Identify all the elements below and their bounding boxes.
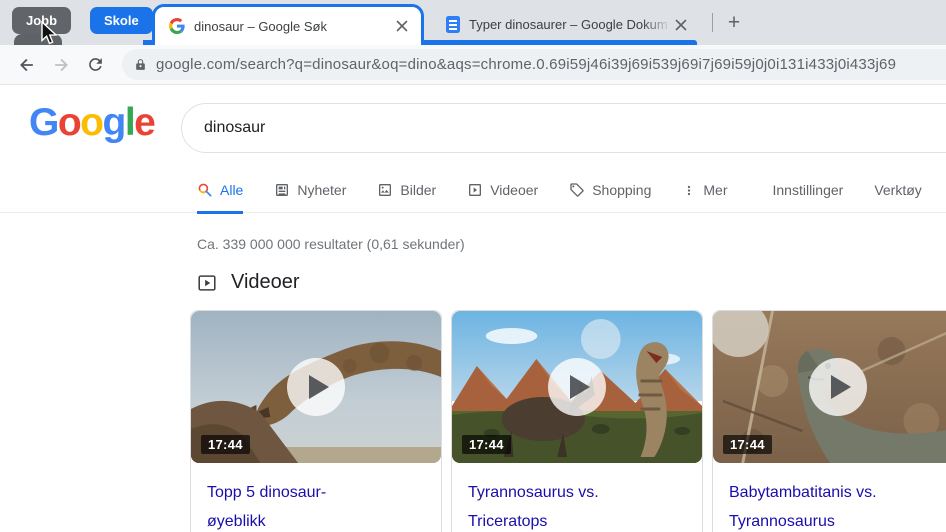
jobb-group-tab-stub[interactable] (14, 34, 62, 45)
news-icon (276, 184, 289, 196)
tab-mer[interactable]: Mer (682, 182, 728, 214)
tab-label: Innstillinger (772, 182, 844, 198)
logo-letter: G (29, 101, 59, 144)
address-bar[interactable]: google.com/search?q=dinosaur&oq=dino&aqs… (122, 49, 946, 80)
play-button-icon[interactable] (287, 358, 345, 416)
logo-letter: e (134, 101, 156, 144)
tab-title: Typer dinosaurer – Google Dokum (469, 17, 668, 32)
tab-label: Shopping (592, 182, 652, 198)
video-card[interactable]: 17:44 Topp 5 dinosaur-øyeblikk (190, 310, 442, 532)
tab-group-jobb[interactable]: Jobb (12, 7, 72, 34)
image-icon (379, 184, 392, 196)
video-section-icon (198, 274, 216, 291)
logo-letter: o (57, 101, 82, 144)
tab-nyheter[interactable]: Nyheter (274, 182, 346, 214)
logo-letter: l (124, 101, 136, 144)
tab-label: Nyheter (297, 182, 347, 198)
video-title-link[interactable]: Topp 5 dinosaur-øyeblikk (191, 463, 396, 532)
lock-icon (136, 59, 145, 70)
videos-section-title: Videoer (231, 271, 300, 293)
video-icon (469, 184, 482, 196)
link-innstillinger[interactable]: Innstillinger (773, 182, 844, 214)
play-button-icon[interactable] (548, 358, 606, 416)
close-icon[interactable] (672, 16, 690, 34)
video-card[interactable]: 17:44 Babytambatitanis vs. Tyrannosaurus (712, 310, 946, 532)
link-verktoy[interactable]: Verktøy (874, 182, 921, 214)
new-tab-button[interactable]: + (721, 10, 747, 36)
tab-label: Mer (703, 182, 728, 198)
back-button[interactable] (12, 50, 42, 80)
search-input[interactable]: dinosaur (181, 103, 946, 153)
video-duration-badge: 17:44 (462, 435, 511, 454)
video-thumbnail[interactable]: 17:44 (191, 311, 441, 463)
video-duration-badge: 17:44 (201, 435, 250, 454)
close-icon[interactable] (393, 17, 411, 35)
tab-alle[interactable]: Alle (197, 182, 244, 214)
video-title-link[interactable]: Tyrannosaurus vs. Triceratops (452, 463, 657, 532)
google-logo[interactable]: Google (29, 101, 156, 145)
google-docs-icon (446, 16, 460, 33)
tab-title: dinosaur – Google Søk (194, 18, 327, 34)
video-title-link[interactable]: Babytambatitanis vs. Tyrannosaurus (713, 463, 918, 532)
reload-button[interactable] (80, 50, 110, 80)
tag-icon (570, 183, 584, 197)
browser-toolbar: google.com/search?q=dinosaur&oq=dino&aqs… (0, 45, 946, 85)
tab-google-search[interactable]: dinosaur – Google Søk (152, 4, 424, 45)
video-results-row: 17:44 Topp 5 dinosaur-øyeblikk 17:44 Tyr… (190, 310, 946, 532)
video-thumbnail[interactable]: 17:44 (452, 311, 702, 463)
tab-strip: Jobb Skole dinosaur – Google Søk Typer d… (0, 0, 946, 45)
tab-bilder[interactable]: Bilder (377, 182, 436, 214)
result-stats: Ca. 339 000 000 resultater (0,61 sekunde… (197, 236, 465, 252)
logo-letter: g (102, 101, 127, 144)
forward-button[interactable] (46, 50, 76, 80)
url-text: google.com/search?q=dinosaur&oq=dino&aqs… (156, 56, 897, 73)
video-card[interactable]: 17:44 Tyrannosaurus vs. Triceratops (451, 310, 703, 532)
tab-label: Videoer (490, 182, 539, 198)
videos-section-header: Videoer (196, 271, 300, 294)
video-thumbnail[interactable]: 17:44 (713, 311, 946, 463)
video-duration-badge: 17:44 (723, 435, 772, 454)
tab-label: Alle (220, 182, 244, 198)
google-g-favicon (169, 18, 185, 34)
tab-label: Bilder (400, 182, 437, 198)
search-query-text: dinosaur (204, 119, 266, 136)
play-button-icon[interactable] (809, 358, 867, 416)
more-vertical-icon (688, 185, 691, 195)
tab-shopping[interactable]: Shopping (569, 182, 651, 214)
tab-group-skole[interactable]: Skole (90, 7, 153, 34)
tab-google-docs[interactable]: Typer dinosaurer – Google Dokum (434, 8, 698, 41)
search-icon (198, 183, 212, 197)
logo-letter: o (80, 101, 104, 144)
tab-strip-divider (712, 13, 713, 32)
tab-label: Verktøy (874, 182, 922, 198)
search-result-tabs: Alle Nyheter Bilder Videoer Shopping Mer… (0, 167, 946, 214)
tab-videoer[interactable]: Videoer (467, 182, 538, 214)
